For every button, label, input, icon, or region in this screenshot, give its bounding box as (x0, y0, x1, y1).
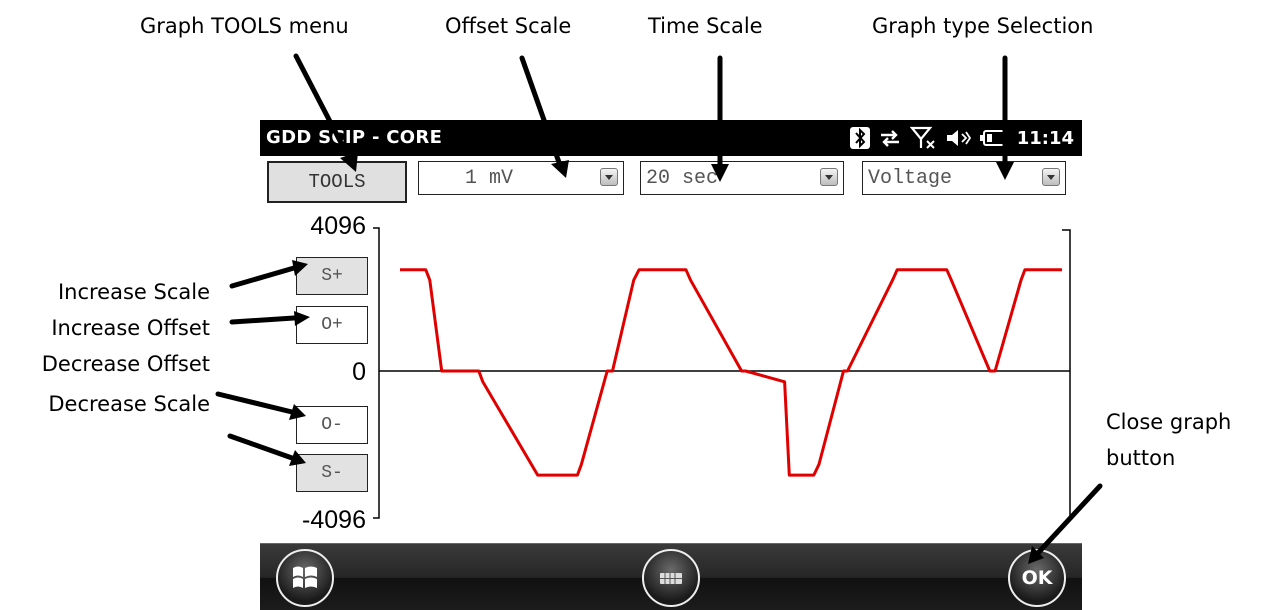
arrow-close-graph (1035, 483, 1103, 556)
arrowhead-offset-scale (551, 160, 569, 178)
arrowhead-increase-offset (294, 311, 310, 326)
arrow-increase-offset (229, 315, 297, 325)
arrowhead-decrease-offset (289, 404, 306, 420)
arrowhead-time-scale (711, 164, 729, 182)
arrow-decrease-scale (227, 433, 295, 461)
arrow-increase-scale (229, 265, 297, 289)
arrow-decrease-offset (215, 391, 295, 415)
arrowhead-graph-type (996, 162, 1014, 180)
arrowhead-tools-menu (340, 152, 358, 172)
arrow-offset-scale (519, 55, 564, 171)
arrowhead-increase-scale (292, 260, 308, 276)
arrow-tools-menu (293, 53, 353, 163)
callout-arrows (215, 53, 1103, 564)
